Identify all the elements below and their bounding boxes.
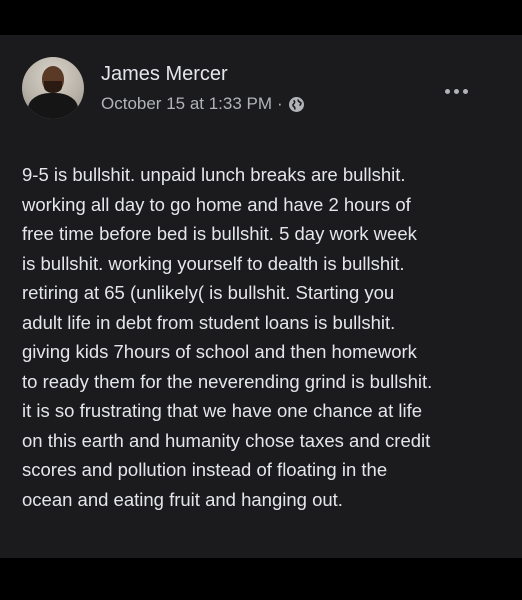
more-options-icon-dot xyxy=(462,88,468,94)
meta-separator: · xyxy=(277,94,283,113)
globe-icon[interactable] xyxy=(288,96,305,113)
post-line: scores and pollution instead of floating… xyxy=(22,459,388,480)
post-line: working all day to go home and have 2 ho… xyxy=(22,193,411,215)
post-line: 9-5 is bullshit. unpaid lunch breaks are… xyxy=(22,164,406,185)
post-card: James Mercer October 15 at 1:33 PM · 9-5… xyxy=(0,35,522,558)
avatar-torso xyxy=(28,93,78,119)
post-line: adult life in debt from student loans is… xyxy=(22,311,396,333)
post-body: 9-5 is bullshit. unpaid lunch breaks are… xyxy=(22,160,514,514)
top-frame-border xyxy=(0,0,522,35)
more-options-button[interactable] xyxy=(438,79,474,103)
avatar[interactable] xyxy=(22,57,84,119)
post-line: free time before bed is bullshit. 5 day … xyxy=(22,223,417,244)
bottom-frame-border xyxy=(0,558,522,600)
post-meta: October 15 at 1:33 PM · xyxy=(101,93,305,115)
avatar-beard xyxy=(44,81,62,93)
post-line: ocean and eating fruit and hanging out. xyxy=(22,488,343,510)
post-line: it is so frustrating that we have one ch… xyxy=(22,400,423,421)
post-line: is bullshit. working yourself to dealth … xyxy=(22,252,405,274)
more-options-icon-dot xyxy=(453,88,459,94)
author-name[interactable]: James Mercer xyxy=(101,63,228,86)
post-line: on this earth and humanity chose taxes a… xyxy=(22,429,431,451)
post-line: retiring at 65 (unlikely( is bullshit. S… xyxy=(22,282,395,303)
post-timestamp[interactable]: October 15 at 1:33 PM xyxy=(101,94,272,114)
post-line: to ready them for the neverending grind … xyxy=(22,370,433,392)
post-line: giving kids 7hours of school and then ho… xyxy=(22,341,417,362)
more-options-icon xyxy=(444,88,450,94)
